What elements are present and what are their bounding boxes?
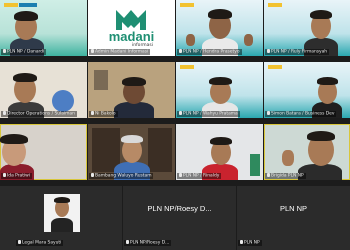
mic-icon: [126, 240, 129, 244]
video-tile-6[interactable]: Ni Bakolo: [88, 62, 175, 118]
video-tile-11[interactable]: PLN NP / Rinaldy: [176, 124, 263, 180]
video-tile-15[interactable]: PLN NP PLN NP: [237, 186, 350, 250]
pln-logo-text: [19, 3, 37, 7]
mic-icon: [267, 173, 270, 177]
participant-name-label: Brigida PLN NP: [265, 173, 306, 179]
video-tile-3[interactable]: PLN NP / Hendra Prasetyo: [176, 0, 263, 56]
mic-icon: [91, 111, 94, 115]
video-tile-10[interactable]: Bambang Waluyo Rustam: [88, 124, 175, 180]
video-tile-2[interactable]: madani informasi Admin Madani Informasi: [88, 0, 175, 56]
participant-name-display: PLN NP/Roesy D...: [147, 204, 212, 213]
mic-icon: [240, 240, 243, 244]
pln-logo: [180, 65, 194, 69]
video-tile-13[interactable]: Legal Mara Sayuti: [0, 186, 122, 250]
mic-icon: [18, 240, 21, 244]
mic-icon: [267, 49, 270, 53]
mic-icon: [3, 111, 6, 115]
participant-name-label: Bambang Waluyo Rustam: [89, 173, 154, 179]
participant-name-label: Legal Mara Sayuti: [16, 240, 64, 246]
mic-icon: [3, 173, 6, 177]
participant-name-label: PLN NP / Ruly Firmansyah: [265, 49, 330, 55]
participant-name-label: PLN NP / Rinaldy: [177, 173, 222, 179]
video-tile-12[interactable]: Brigida PLN NP: [264, 124, 350, 180]
participant-name-label: PLN NP: [238, 240, 262, 246]
video-tile-5[interactable]: Director Operations / Sulaiman: [0, 62, 87, 118]
pln-logo: [4, 3, 18, 7]
pln-logo: [268, 3, 282, 7]
mic-icon: [3, 49, 6, 53]
mic-icon: [179, 173, 182, 177]
pln-logo: [268, 65, 282, 69]
participant-name-label: PLN NP / Hendra Prasetyo: [177, 49, 242, 55]
madani-logo-word: madani: [108, 29, 155, 44]
mic-icon: [91, 49, 94, 53]
participant-name-display: PLN NP: [279, 204, 308, 213]
participant-name-label: Admin Madani Informasi: [89, 49, 151, 55]
participant-name-label: PLN NP / Danardi: [1, 49, 47, 55]
video-tile-9[interactable]: Ida Pratiwi: [0, 124, 87, 180]
video-tile-4[interactable]: PLN NP / Ruly Firmansyah: [264, 0, 350, 56]
mic-icon: [91, 173, 94, 177]
participant-name-label: Director Operations / Sulaiman: [1, 111, 77, 117]
participant-name-label: Ni Bakolo: [89, 111, 118, 117]
video-tile-1[interactable]: PLN NP / Danardi: [0, 0, 87, 56]
participant-name-label: PLN NP / Wahyu Pratama: [177, 111, 240, 117]
mic-icon: [179, 111, 182, 115]
video-tile-14[interactable]: PLN NP/Roesy D... PLN NP/Roesy D...: [123, 186, 236, 250]
madani-logo-subtitle: informasi: [132, 43, 153, 48]
pln-logo: [180, 3, 194, 7]
participant-name-label: Ida Pratiwi: [1, 173, 32, 179]
video-tile-8[interactable]: Simon Batara / Business Dev: [264, 62, 350, 118]
video-tile-7[interactable]: PLN NP / Wahyu Pratama: [176, 62, 263, 118]
mic-icon: [179, 49, 182, 53]
mic-icon: [267, 111, 270, 115]
participant-name-label: PLN NP/Roesy D...: [124, 240, 172, 246]
participant-name-label: Simon Batara / Business Dev: [265, 111, 337, 117]
